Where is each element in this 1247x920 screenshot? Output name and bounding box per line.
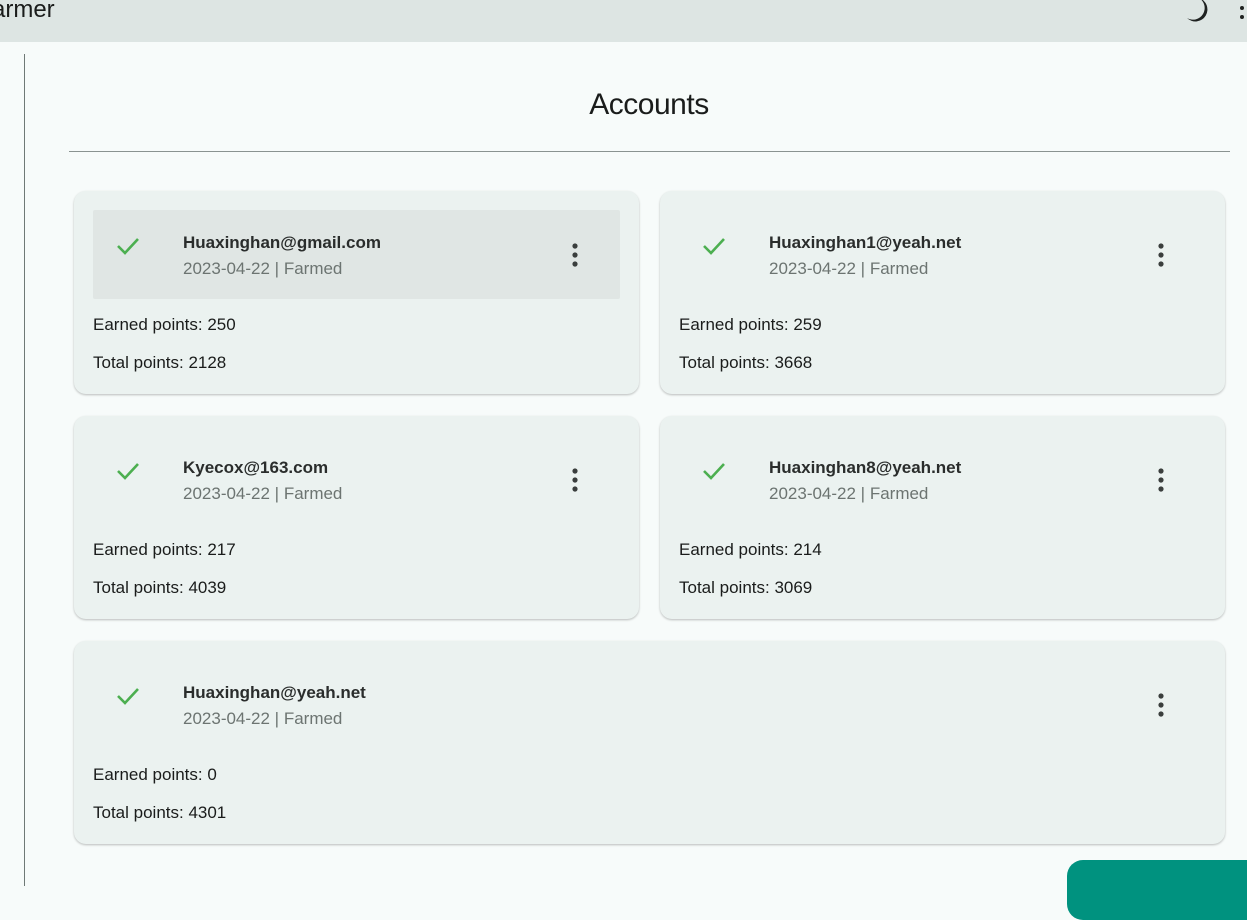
account-header[interactable]: Kyecox@163.com 2023-04-22 | Farmed [93,435,620,524]
app-title: armer [0,0,55,23]
account-email: Huaxinghan@gmail.com [183,233,381,252]
total-points: Total points: 4301 [93,803,227,822]
more-vert-icon[interactable] [1155,243,1167,267]
account-header[interactable]: Huaxinghan8@yeah.net 2023-04-22 | Farmed [679,435,1206,524]
account-card: Huaxinghan@yeah.net 2023-04-22 | Farmed … [74,641,1225,844]
account-card: Huaxinghan1@yeah.net 2023-04-22 | Farmed… [660,191,1225,394]
moon-icon[interactable] [1183,0,1211,23]
earned-points: Earned points: 259 [679,315,822,334]
account-email: Huaxinghan8@yeah.net [769,458,962,477]
sidebar-divider [24,54,25,886]
more-vert-icon[interactable] [569,243,581,267]
title-divider [69,151,1230,152]
more-vert-icon[interactable] [1155,693,1167,717]
earned-points: Earned points: 0 [93,765,217,784]
account-email: Huaxinghan1@yeah.net [769,233,962,252]
check-icon [703,238,725,255]
total-points: Total points: 2128 [93,353,227,372]
more-vert-icon[interactable] [569,468,581,492]
total-points: Total points: 4039 [93,578,227,597]
total-points: Total points: 3069 [679,578,813,597]
total-points: Total points: 3668 [679,353,813,372]
account-header[interactable]: Huaxinghan@gmail.com 2023-04-22 | Farmed [93,210,620,299]
more-vert-icon[interactable] [1155,468,1167,492]
account-header[interactable]: Huaxinghan1@yeah.net 2023-04-22 | Farmed [679,210,1206,299]
earned-points: Earned points: 250 [93,315,236,334]
check-icon [703,463,725,480]
account-email: Kyecox@163.com [183,458,329,477]
check-icon [117,688,139,705]
account-card: Huaxinghan@gmail.com 2023-04-22 | Farmed… [74,191,639,394]
account-date-status: 2023-04-22 | Farmed [183,484,343,503]
earned-points: Earned points: 217 [93,540,236,559]
account-card: Huaxinghan8@yeah.net 2023-04-22 | Farmed… [660,416,1225,619]
account-date-status: 2023-04-22 | Farmed [183,259,343,278]
page-title: Accounts [589,88,709,121]
check-icon [117,238,139,255]
account-date-status: 2023-04-22 | Farmed [769,259,929,278]
account-date-status: 2023-04-22 | Farmed [183,709,343,728]
check-icon [117,463,139,480]
floating-action-button[interactable] [1067,860,1247,920]
overflow-menu-icon[interactable] [1240,6,1244,20]
top-app-bar: armer [0,0,1247,42]
account-card: Kyecox@163.com 2023-04-22 | Farmed Earne… [74,416,639,619]
account-header[interactable]: Huaxinghan@yeah.net 2023-04-22 | Farmed [93,660,1206,749]
account-email: Huaxinghan@yeah.net [183,683,366,702]
account-date-status: 2023-04-22 | Farmed [769,484,929,503]
earned-points: Earned points: 214 [679,540,822,559]
